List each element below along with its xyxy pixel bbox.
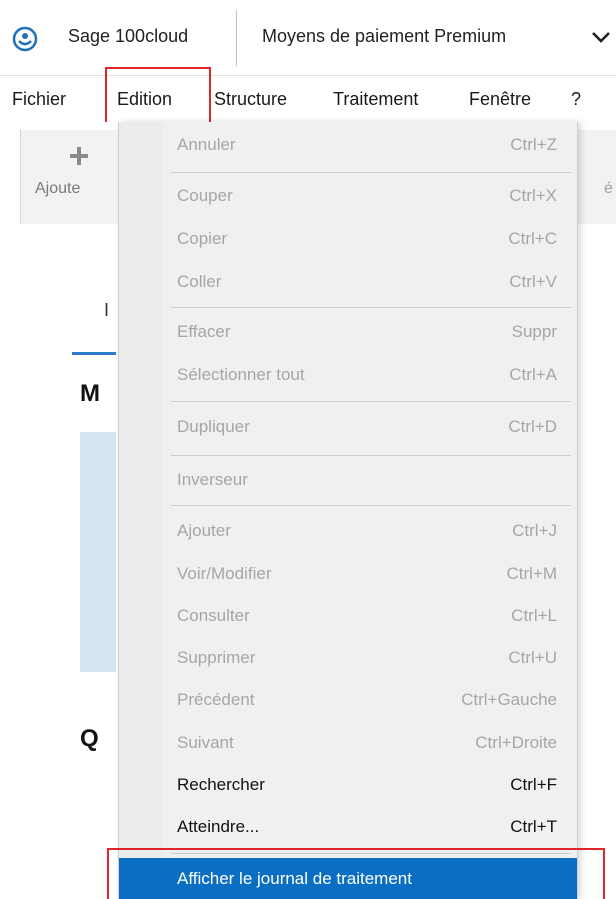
edition-dropdown-menu: Annuler Ctrl+Z Couper Ctrl+X Copier Ctrl… (118, 122, 578, 899)
menu-item-shortcut: Suppr (511, 322, 557, 341)
active-tab-indicator (72, 352, 116, 355)
menu-item-ajouter[interactable]: Ajouter Ctrl+J (163, 510, 577, 552)
title-bar: Sage 100cloud Moyens de paiement Premium (0, 0, 616, 76)
menu-item-shortcut: Ctrl+J (512, 521, 557, 540)
menu-item-couper[interactable]: Couper Ctrl+X (163, 175, 577, 217)
menu-item-label: Annuler (177, 135, 236, 154)
info-panel (80, 432, 116, 672)
menu-item-shortcut: Ctrl+A (509, 365, 557, 384)
section-heading: M (80, 380, 100, 407)
menu-separator (171, 172, 571, 173)
menu-item-shortcut: Ctrl+X (509, 186, 557, 205)
menu-item-suivant[interactable]: Suivant Ctrl+Droite (163, 722, 577, 764)
menu-item-shortcut: Ctrl+T (510, 817, 557, 836)
menu-item-label: Dupliquer (177, 417, 250, 436)
document-title[interactable]: Moyens de paiement Premium (262, 26, 506, 47)
add-button-label[interactable]: Ajoute (35, 180, 80, 198)
menu-item-shortcut: Ctrl+Z (510, 135, 557, 154)
toolbar-label-fragment: é (604, 180, 613, 197)
menu-item-label: Inverseur (177, 470, 248, 489)
chevron-down-icon[interactable] (590, 28, 612, 46)
menu-item-label: Supprimer (177, 648, 256, 667)
menu-item-label: Rechercher (177, 775, 265, 794)
menu-help[interactable]: ? (571, 77, 581, 121)
menu-item-voir-modifier[interactable]: Voir/Modifier Ctrl+M (163, 553, 577, 595)
menu-item-label: Précédent (177, 690, 255, 709)
menu-item-supprimer[interactable]: Supprimer Ctrl+U (163, 637, 577, 679)
plus-icon[interactable] (68, 145, 90, 167)
menu-item-label: Consulter (177, 606, 250, 625)
menu-item-shortcut: Ctrl+C (508, 229, 557, 248)
menu-item-label: Voir/Modifier (177, 564, 272, 583)
menu-item-shortcut: Ctrl+Droite (475, 733, 557, 752)
menu-item-selectionner-tout[interactable]: Sélectionner tout Ctrl+A (163, 354, 577, 396)
menu-item-inverseur[interactable]: Inverseur (163, 459, 577, 501)
menu-item-label: Sélectionner tout (177, 365, 305, 384)
menu-item-precedent[interactable]: Précédent Ctrl+Gauche (163, 679, 577, 721)
menu-fenetre[interactable]: Fenêtre (469, 77, 531, 121)
menu-item-label: Ajouter (177, 521, 231, 540)
menu-item-effacer[interactable]: Effacer Suppr (163, 311, 577, 353)
menu-item-label: Suivant (177, 733, 234, 752)
menu-item-label: Copier (177, 229, 228, 248)
title-separator (236, 10, 237, 66)
menu-item-shortcut: Ctrl+Gauche (461, 690, 557, 709)
menu-item-dupliquer[interactable]: Dupliquer Ctrl+D (163, 406, 577, 448)
menu-separator (171, 307, 571, 308)
menu-bar: Fichier Edition Structure Traitement Fen… (0, 77, 616, 121)
menu-item-label: Coller (177, 272, 222, 291)
menu-item-label: Effacer (177, 322, 231, 341)
menu-item-label: Couper (177, 186, 233, 205)
menu-item-shortcut: Ctrl+F (510, 775, 557, 794)
menu-separator (171, 455, 571, 456)
menu-traitement[interactable]: Traitement (333, 77, 418, 121)
menu-fichier[interactable]: Fichier (12, 77, 66, 121)
menu-item-shortcut: Ctrl+D (508, 417, 557, 436)
menu-item-shortcut: Ctrl+V (509, 272, 557, 291)
sage-logo-icon[interactable] (12, 26, 38, 52)
menu-item-shortcut: Ctrl+U (508, 648, 557, 667)
menu-item-coller[interactable]: Coller Ctrl+V (163, 261, 577, 303)
menu-item-consulter[interactable]: Consulter Ctrl+L (163, 595, 577, 637)
section-heading-2: Q (80, 725, 99, 752)
menu-item-shortcut: Ctrl+M (506, 564, 557, 583)
app-name: Sage 100cloud (68, 26, 189, 46)
menu-separator (171, 505, 571, 506)
tab-label-fragment[interactable]: I (104, 300, 109, 321)
menu-structure[interactable]: Structure (214, 77, 287, 121)
menu-item-shortcut: Ctrl+L (511, 606, 557, 625)
menu-icon-column (119, 122, 163, 899)
menu-item-atteindre[interactable]: Atteindre... Ctrl+T (163, 806, 577, 848)
menu-separator (171, 401, 571, 402)
menu-item-label: Atteindre... (177, 817, 260, 836)
menu-item-copier[interactable]: Copier Ctrl+C (163, 218, 577, 260)
selected-item-highlight-frame (107, 848, 605, 899)
menu-item-rechercher[interactable]: Rechercher Ctrl+F (163, 764, 577, 806)
menu-item-annuler[interactable]: Annuler Ctrl+Z (163, 124, 577, 166)
